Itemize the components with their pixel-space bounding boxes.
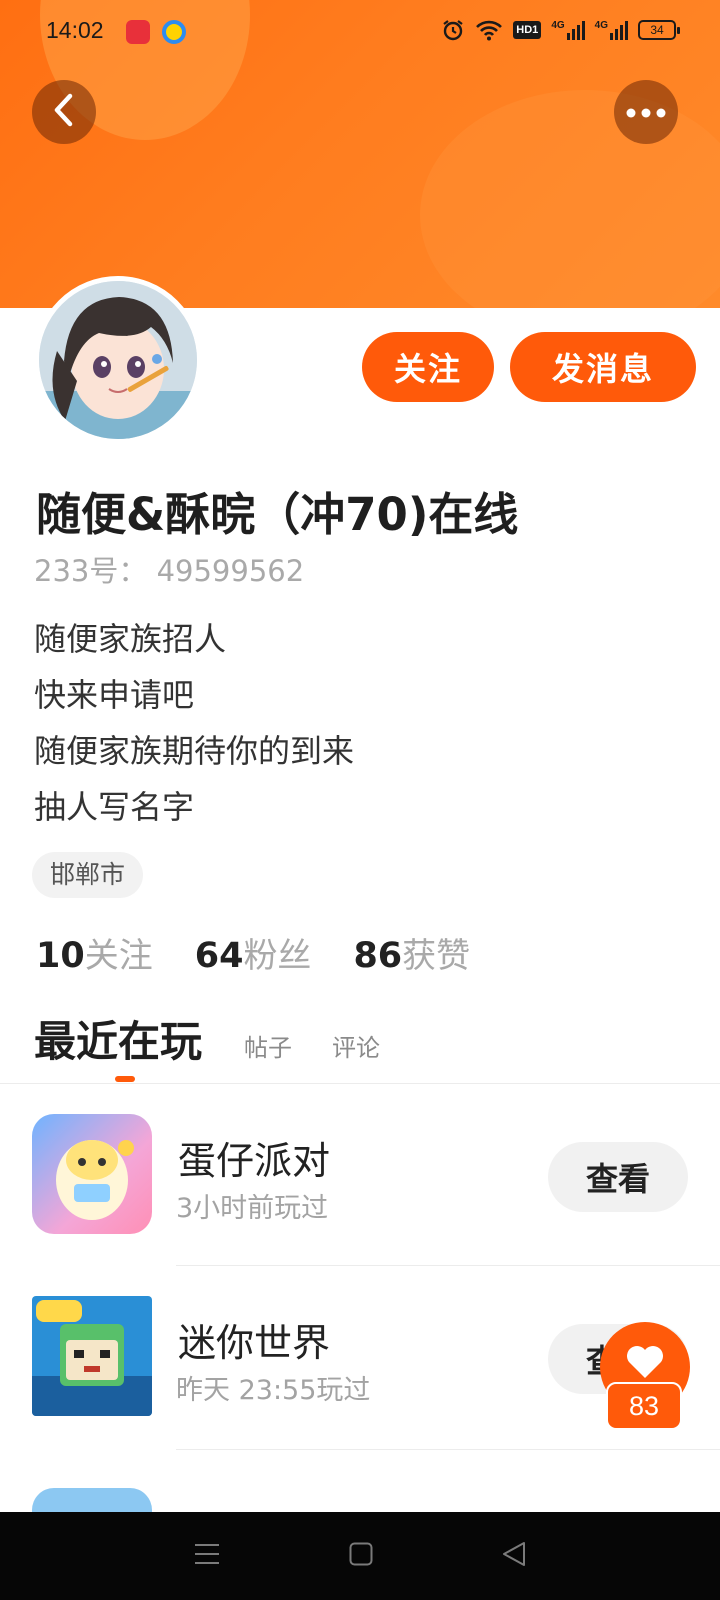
wifi-icon <box>475 19 503 41</box>
status-bar: 14:02 HD1 4G 4G 34 <box>0 0 720 64</box>
signal-icon: 4G <box>551 20 585 40</box>
stat-value: 64 <box>194 936 244 976</box>
stat-following[interactable]: 10关注 <box>36 928 153 977</box>
profile-tabs: 最近在玩 帖子 评论 <box>34 1008 420 1069</box>
menu-icon[interactable] <box>194 1542 220 1570</box>
more-button[interactable] <box>614 80 678 144</box>
tab-posts[interactable]: 帖子 <box>244 1028 292 1063</box>
view-game-button[interactable]: 查看 <box>548 1142 688 1212</box>
system-navigation-bar <box>0 1512 720 1600</box>
stat-followers[interactable]: 64粉丝 <box>195 928 312 977</box>
last-played: 昨天 23:55玩过 <box>176 1375 371 1406</box>
home-icon[interactable] <box>349 1542 373 1570</box>
location-tag: 邯郸市 <box>32 852 144 898</box>
follow-button[interactable]: 关注 <box>362 332 494 402</box>
game-icon <box>32 1488 152 1512</box>
bio-line: 快来申请吧 <box>34 676 195 714</box>
active-tab-indicator <box>115 1076 135 1082</box>
notification-app-icon <box>162 20 186 44</box>
like-count: 83 <box>606 1382 682 1430</box>
status-icons: HD1 4G 4G 34 <box>441 18 680 42</box>
divider <box>176 1265 720 1266</box>
divider <box>0 1083 720 1084</box>
network-type-label: 4G <box>551 20 565 31</box>
stat-label: 粉丝 <box>243 936 312 976</box>
tab-comments[interactable]: 评论 <box>332 1028 380 1063</box>
battery-icon: 34 <box>638 20 680 40</box>
avatar[interactable] <box>34 276 202 444</box>
alarm-icon <box>441 18 465 42</box>
bio-line: 抽人写名字 <box>34 788 195 826</box>
network-type-label: 4G <box>594 20 608 31</box>
divider <box>176 1449 720 1450</box>
stat-label: 关注 <box>84 936 153 976</box>
notification-app-icon <box>126 20 150 44</box>
game-name: 迷你世界 <box>178 1321 331 1365</box>
stat-likes[interactable]: 86获赞 <box>353 928 470 977</box>
back-triangle-icon[interactable] <box>502 1541 526 1571</box>
signal-icon: 4G <box>595 20 628 40</box>
game-list-item[interactable]: 蛋仔派对 3小时前玩过 查看 <box>0 1090 720 1274</box>
avatar-image <box>39 281 197 439</box>
user-id: 233号： 49599562 <box>34 554 305 588</box>
hd-icon: HD1 <box>513 21 542 39</box>
last-played: 3小时前玩过 <box>176 1193 329 1224</box>
stat-value: 86 <box>353 936 403 976</box>
status-time: 14:02 <box>46 17 104 43</box>
profile-bio: 随便家族招人 快来申请吧 随便家族期待你的到来 抽人写名字 <box>34 614 354 838</box>
profile-stats: 10关注 64粉丝 86获赞 <box>36 928 470 977</box>
stat-label: 获赞 <box>402 936 471 976</box>
profile-nickname: 随便&酥晥（冲70)在线 <box>36 488 519 541</box>
tab-recently-played[interactable]: 最近在玩 <box>34 1008 202 1069</box>
game-icon <box>32 1114 152 1234</box>
back-button[interactable] <box>32 80 96 144</box>
chevron-left-icon <box>51 93 77 131</box>
send-message-button[interactable]: 发消息 <box>510 332 696 402</box>
more-horizontal-icon <box>626 103 666 122</box>
bio-line: 随便家族期待你的到来 <box>34 732 355 770</box>
stat-value: 10 <box>36 936 85 976</box>
game-name: 蛋仔派对 <box>178 1139 331 1183</box>
game-list-item[interactable] <box>0 1456 720 1512</box>
heart-icon <box>625 1344 665 1384</box>
bio-line: 随便家族招人 <box>34 620 227 658</box>
game-icon <box>32 1296 152 1416</box>
